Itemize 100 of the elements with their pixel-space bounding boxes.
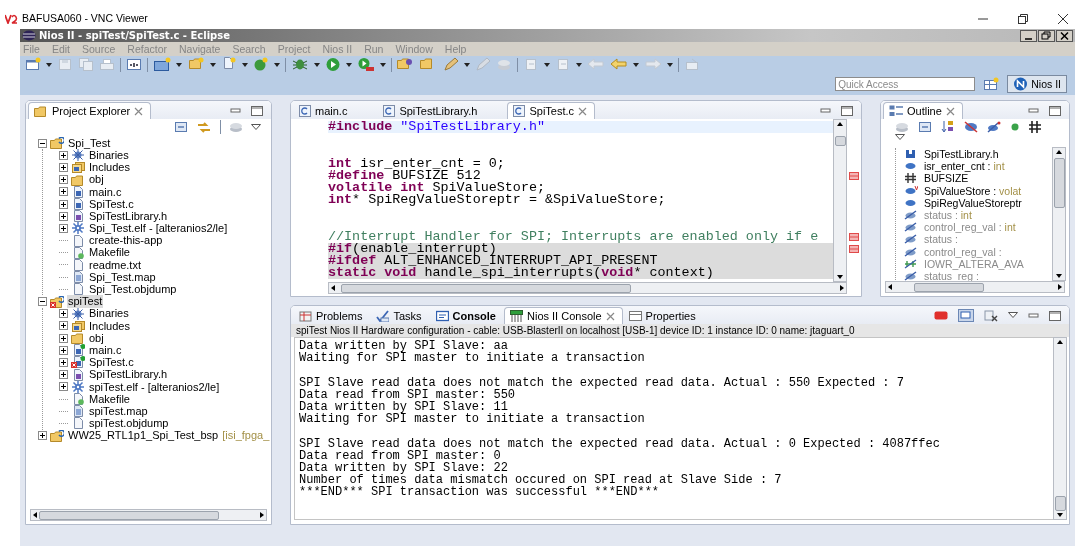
view-tab[interactable]: Console <box>429 307 504 324</box>
view-tab[interactable]: Outline <box>883 102 963 119</box>
expand-icon[interactable] <box>59 187 68 197</box>
caret-icon[interactable] <box>46 62 52 67</box>
caret-icon[interactable] <box>314 62 320 67</box>
run-external-icon[interactable] <box>357 57 375 72</box>
view-tab[interactable]: Project Explorer <box>28 102 152 119</box>
tree-item[interactable]: Makefile <box>88 246 131 260</box>
tree-item[interactable]: spiTest <box>67 295 104 308</box>
tree-item[interactable]: SpiTestLibrary.h <box>88 368 169 381</box>
expand-icon[interactable] <box>59 150 68 160</box>
new-project-icon[interactable] <box>153 57 171 72</box>
open-perspective-icon[interactable] <box>983 77 1000 91</box>
bug-icon[interactable] <box>291 57 309 72</box>
expand-icon[interactable] <box>38 431 47 441</box>
minimize-icon[interactable] <box>1020 29 1037 42</box>
outline-item[interactable]: status : int <box>924 209 972 222</box>
expand-icon[interactable] <box>59 333 68 343</box>
caret-icon[interactable] <box>576 62 582 67</box>
maximize-icon[interactable] <box>251 105 263 116</box>
outline-item[interactable]: IOWR_ALTERA_AVA <box>924 257 1024 270</box>
collapse-all-icon[interactable] <box>918 120 932 133</box>
outline-item[interactable]: control_reg_val : int <box>924 221 1016 234</box>
caret-icon[interactable] <box>380 62 386 67</box>
editor-tab[interactable]: main.c <box>293 102 356 119</box>
expand-icon[interactable] <box>59 309 68 319</box>
annotation-marker-icon[interactable] <box>849 232 859 241</box>
outline-item[interactable]: BUFSIZE <box>924 172 969 185</box>
maximize-icon[interactable] <box>1049 310 1061 321</box>
expand-icon[interactable] <box>59 211 68 221</box>
expand-icon[interactable] <box>59 199 68 209</box>
caret-icon[interactable] <box>667 62 673 67</box>
view-menu-icon[interactable] <box>895 134 905 141</box>
caret-icon[interactable] <box>274 62 280 67</box>
vertical-scrollbar[interactable] <box>1053 337 1067 520</box>
tree-item[interactable]: SpiTest.c <box>88 356 135 369</box>
tree-item[interactable]: Makefile <box>88 392 131 406</box>
caret-icon[interactable] <box>464 62 470 67</box>
expand-icon[interactable] <box>59 223 68 233</box>
close-icon[interactable] <box>1056 29 1073 42</box>
tree-item[interactable]: Spi_Test.elf - [alteranios2/le] <box>88 222 229 235</box>
quick-access-field[interactable]: Quick Access <box>835 77 976 91</box>
view-tab[interactable]: Problems <box>293 307 371 324</box>
tree-item[interactable]: Includes <box>88 161 131 174</box>
outline-item[interactable]: SpiValueStore : volat <box>924 184 1022 197</box>
expand-icon[interactable] <box>59 345 68 355</box>
restore-icon[interactable] <box>1038 29 1055 42</box>
tree-item[interactable]: main.c <box>88 185 123 199</box>
view-tab[interactable]: Tasks <box>370 307 430 324</box>
tree-item[interactable]: create-this-app <box>88 234 164 247</box>
tree-item[interactable]: SpiTestLibrary.h <box>88 209 169 223</box>
open-folder-icon[interactable] <box>397 57 415 72</box>
tree-item[interactable]: WW25_RTL1p1_Spi_Test_bsp <box>67 429 220 442</box>
expand-icon[interactable] <box>59 382 68 392</box>
collapse-icon[interactable] <box>38 297 47 307</box>
tree-item[interactable]: Binaries <box>88 148 130 162</box>
caret-icon[interactable] <box>176 62 182 67</box>
tree-item[interactable]: Spi_Test <box>67 136 112 150</box>
horizontal-scrollbar[interactable] <box>885 281 1065 293</box>
tree-item[interactable]: Spi_Test.objdump <box>88 283 178 296</box>
sort-icon[interactable] <box>941 120 955 133</box>
expand-icon[interactable] <box>59 370 68 380</box>
tree-item[interactable]: readme.txt <box>88 258 142 272</box>
run-icon[interactable] <box>325 57 341 72</box>
vertical-scrollbar[interactable] <box>1052 147 1066 281</box>
editor-tab[interactable]: SpiTest.c <box>507 102 596 119</box>
expand-icon[interactable] <box>59 357 68 367</box>
tree-item[interactable]: main.c <box>88 343 123 357</box>
view-menu-icon[interactable] <box>1008 312 1018 319</box>
maximize-icon[interactable] <box>1049 105 1061 116</box>
horizontal-scrollbar[interactable] <box>30 509 267 521</box>
annotation-marker-icon[interactable] <box>849 245 859 253</box>
horizontal-scrollbar[interactable] <box>328 282 847 294</box>
binary-file-icon[interactable] <box>126 57 142 72</box>
tree-item[interactable]: spiTest.objdump <box>88 417 170 430</box>
expand-icon[interactable] <box>59 321 68 331</box>
outline-item[interactable]: status : <box>924 233 958 246</box>
restore-icon[interactable] <box>1018 13 1028 24</box>
tree-item[interactable]: Includes <box>88 319 131 333</box>
tree-item[interactable]: Spi_Test.map <box>88 270 157 284</box>
tree-item[interactable]: spiTest.map <box>88 404 149 418</box>
perspective-button[interactable]: Nios II <box>1007 75 1067 93</box>
outline-item[interactable]: SpiTestLibrary.h <box>924 148 999 161</box>
new-source-file-icon[interactable] <box>221 57 237 72</box>
view-tab[interactable]: Properties <box>622 307 704 324</box>
view-tab[interactable]: Nios II Console <box>504 307 623 324</box>
caret-icon[interactable] <box>633 62 639 67</box>
vertical-scrollbar[interactable] <box>833 119 847 282</box>
tree-item[interactable]: SpiTest.c <box>88 197 135 211</box>
tree-item[interactable]: Binaries <box>88 307 130 321</box>
outline-item[interactable]: control_reg_val : <box>924 245 1002 258</box>
collapse-all-icon[interactable] <box>174 121 188 133</box>
caret-icon[interactable] <box>544 62 550 67</box>
view-menu-icon[interactable] <box>251 123 261 131</box>
tree-item[interactable]: obj <box>88 173 105 186</box>
collapse-icon[interactable] <box>38 138 47 148</box>
outline-item[interactable]: SpiRegValueStoreptr <box>924 196 1022 209</box>
expand-icon[interactable] <box>59 175 68 185</box>
expand-icon[interactable] <box>59 162 68 172</box>
annotation-marker-icon[interactable] <box>849 171 859 180</box>
